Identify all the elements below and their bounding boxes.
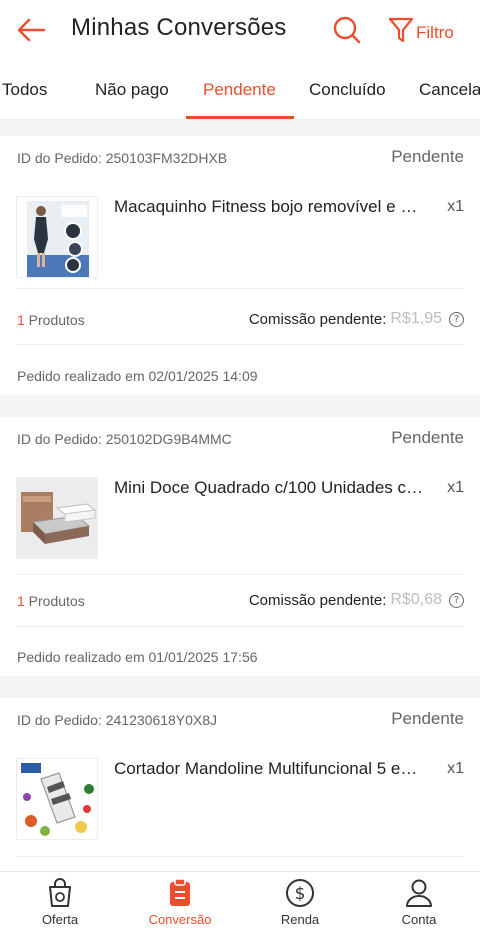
divider (16, 344, 464, 345)
tab-nao-pago[interactable]: Não pago (95, 80, 169, 100)
order-card[interactable]: ID do Pedido: 241230618Y0X8J Pendente Co… (0, 698, 480, 871)
order-id: ID do Pedido: 250103FM32DHXB (17, 150, 228, 166)
clipboard-icon (170, 878, 190, 906)
order-card[interactable]: ID do Pedido: 250102DG9B4MMC Pendente Mi… (0, 417, 480, 676)
order-id: ID do Pedido: 250102DG9B4MMC (17, 431, 232, 447)
help-icon[interactable]: ? (449, 592, 464, 608)
order-id: ID do Pedido: 241230618Y0X8J (17, 712, 218, 728)
help-icon[interactable]: ? (449, 311, 464, 327)
divider (16, 856, 464, 857)
commission-row: Comissão pendente: R$1,95 ? (249, 310, 464, 328)
product-count: 1 Produtos (17, 312, 85, 328)
product-count-label: Produtos (24, 593, 85, 609)
nav-renda[interactable]: $ Renda (250, 878, 350, 927)
commission-value: R$0,68 (390, 591, 442, 608)
product-name[interactable]: Macaquinho Fitness bojo removível e ajus… (114, 197, 426, 217)
order-date: Pedido realizado em 02/01/2025 14:09 (17, 368, 258, 384)
nav-oferta-label: Oferta (41, 912, 79, 927)
product-name[interactable]: Mini Doce Quadrado c/100 Unidades com ta… (114, 478, 426, 498)
tab-cancelado[interactable]: Cancela (419, 80, 480, 100)
nav-oferta[interactable]: Oferta (10, 878, 110, 927)
nav-conta-label: Conta (401, 912, 437, 927)
product-quantity: x1 (447, 760, 464, 777)
bottom-navigation: Oferta Conversão $ Renda Conta (0, 871, 480, 938)
commission-row: Comissão pendente: R$0,68 ? (249, 591, 464, 609)
order-card[interactable]: ID do Pedido: 250103FM32DHXB Pendente Ma… (0, 136, 480, 395)
product-quantity: x1 (447, 479, 464, 496)
product-thumbnail[interactable] (16, 758, 98, 840)
tab-concluido[interactable]: Concluído (309, 80, 386, 100)
commission-value: R$1,95 (390, 310, 442, 327)
order-status: Pendente (391, 428, 464, 447)
product-count: 1 Produtos (17, 593, 85, 609)
order-status: Pendente (391, 709, 464, 728)
product-thumbnail[interactable] (16, 477, 98, 559)
product-thumbnail[interactable] (16, 196, 98, 278)
nav-conversao[interactable]: Conversão (130, 878, 230, 927)
back-button[interactable] (12, 12, 50, 48)
status-tabs: Todos Não pago Pendente Concluído Cancel… (0, 60, 480, 120)
divider (16, 574, 464, 575)
mandoline-slicer-image (17, 759, 97, 839)
product-count-number: 1 (17, 593, 25, 609)
tab-todos[interactable]: Todos (2, 80, 47, 100)
filter-label: Filtro (416, 23, 454, 42)
divider (16, 288, 464, 289)
fitness-outfit-image (17, 197, 97, 277)
filter-button[interactable]: Filtro (388, 14, 454, 46)
search-icon (333, 16, 361, 44)
order-date: Pedido realizado em 01/01/2025 17:56 (17, 649, 258, 665)
search-button[interactable] (330, 12, 364, 48)
commission-label: Comissão pendente: (248, 310, 387, 328)
product-count-number: 1 (17, 312, 25, 328)
page-title: Minhas Conversões (71, 14, 287, 41)
active-tab-indicator (186, 116, 294, 119)
nav-conversao-label: Conversão (148, 912, 212, 927)
product-name[interactable]: Cortador Mandoline Multifuncional 5 em 1 (114, 759, 426, 779)
commission-label: Comissão pendente: (248, 591, 387, 609)
nav-conta[interactable]: Conta (369, 878, 469, 927)
user-icon (406, 879, 432, 907)
product-quantity: x1 (447, 198, 464, 215)
arrow-left-icon (17, 18, 46, 42)
dollar-circle-icon: $ (286, 879, 314, 907)
bag-icon (49, 878, 71, 907)
top-bar: Minhas Conversões Filtro (0, 0, 480, 60)
tab-pendente[interactable]: Pendente (203, 80, 276, 100)
svg-text:$: $ (295, 884, 306, 904)
candy-box-image (17, 478, 97, 558)
divider (16, 626, 464, 627)
order-status: Pendente (391, 147, 464, 166)
app-screen: Minhas Conversões Filtro Todos Não pago … (0, 0, 480, 938)
filter-icon (388, 17, 414, 43)
product-count-label: Produtos (24, 312, 85, 328)
nav-renda-label: Renda (280, 912, 320, 927)
